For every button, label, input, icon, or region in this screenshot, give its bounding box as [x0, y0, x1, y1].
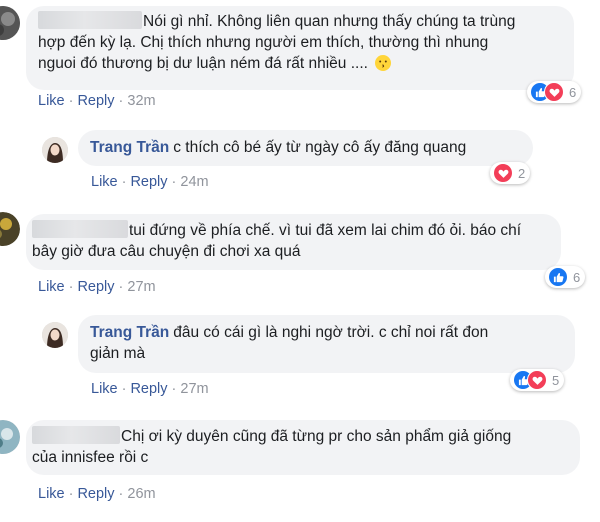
- separator: ·: [68, 93, 74, 109]
- comment-text-line: bây giờ đưa câu chuyện đi chơi xa quá: [32, 243, 301, 260]
- love-reaction-icon: [544, 82, 564, 102]
- like-link[interactable]: Like: [38, 93, 65, 109]
- author-name[interactable]: Trang Trần: [90, 324, 169, 341]
- timestamp[interactable]: 26m: [127, 486, 155, 502]
- blurred-author-name[interactable]: [32, 426, 120, 444]
- reaction-summary[interactable]: 2: [490, 162, 531, 184]
- like-link[interactable]: Like: [91, 381, 118, 397]
- timestamp[interactable]: 27m: [180, 381, 208, 397]
- timestamp[interactable]: 32m: [127, 93, 155, 109]
- comment-text-line: hợp đến kỳ lạ. Chị thích nhưng người em …: [38, 34, 489, 51]
- separator: ·: [118, 93, 124, 109]
- blurred-author-name[interactable]: [38, 11, 142, 29]
- separator: ·: [68, 486, 74, 502]
- blurred-author-name[interactable]: [32, 220, 128, 238]
- comment-text-line: tui đứng về phía chế. vì tui đã xem lai …: [32, 220, 549, 241]
- comment-text-line: Chị ơi kỳ duyên cũng đã từng pr cho sản …: [32, 426, 568, 447]
- reaction-count: 2: [518, 165, 526, 181]
- comment-text-line: nguoi đó thương bị dư luận ném đá rất nh…: [38, 53, 562, 74]
- reaction-summary[interactable]: 6: [527, 81, 582, 103]
- reaction-summary[interactable]: 6: [545, 266, 586, 288]
- comment-text: c thích cô bé ấy từ ngày cô ấy đăng quan…: [173, 139, 467, 156]
- reaction-count: 6: [569, 84, 577, 100]
- separator: ·: [68, 279, 74, 295]
- comment-actions: Like · Reply · 26m: [38, 486, 156, 502]
- comment-text-line: của innisfee rồi c: [32, 449, 149, 466]
- comment-actions: Like · Reply · 32m: [38, 93, 156, 109]
- reply-bubble: Trang Trần c thích cô bé ấy từ ngày cô ấy…: [78, 130, 533, 166]
- reply-link[interactable]: Reply: [130, 174, 167, 190]
- avatar[interactable]: [0, 6, 20, 40]
- reaction-count: 6: [573, 269, 581, 285]
- timestamp[interactable]: 27m: [127, 279, 155, 295]
- reply-link[interactable]: Reply: [130, 381, 167, 397]
- avatar[interactable]: [0, 212, 20, 246]
- avatar[interactable]: [0, 420, 20, 454]
- avatar[interactable]: [42, 322, 68, 348]
- like-link[interactable]: Like: [38, 486, 65, 502]
- separator: ·: [121, 381, 127, 397]
- comment-actions: Like · Reply · 24m: [91, 174, 209, 190]
- comment-text-line: giản mà: [90, 345, 146, 362]
- reply-link[interactable]: Reply: [77, 93, 114, 109]
- comment-text-line: Trang Trần đâu có cái gì là nghi ngờ trời…: [90, 324, 489, 341]
- love-reaction-icon: [527, 370, 547, 390]
- like-link[interactable]: Like: [91, 174, 118, 190]
- separator: ·: [171, 381, 177, 397]
- reply-link[interactable]: Reply: [77, 486, 114, 502]
- like-link[interactable]: Like: [38, 279, 65, 295]
- reply-bubble: Trang Trần đâu có cái gì là nghi ngờ trời…: [78, 315, 575, 373]
- timestamp[interactable]: 24m: [180, 174, 208, 190]
- comment-actions: Like · Reply · 27m: [91, 381, 209, 397]
- kiss-emoji-icon: [375, 55, 392, 71]
- separator: ·: [171, 174, 177, 190]
- author-name[interactable]: Trang Trần: [90, 139, 169, 156]
- separator: ·: [118, 486, 124, 502]
- like-reaction-icon: [548, 267, 568, 287]
- reaction-summary[interactable]: 5: [510, 369, 565, 391]
- comment-actions: Like · Reply · 27m: [38, 279, 156, 295]
- separator: ·: [121, 174, 127, 190]
- comment-bubble: Chị ơi kỳ duyên cũng đã từng pr cho sản …: [26, 420, 580, 475]
- comment-bubble: Nói gì nhỉ. Không liên quan nhưng thấy c…: [26, 6, 574, 90]
- comment-text-line: Nói gì nhỉ. Không liên quan nhưng thấy c…: [38, 11, 562, 32]
- reply-link[interactable]: Reply: [77, 279, 114, 295]
- love-reaction-icon: [493, 163, 513, 183]
- separator: ·: [118, 279, 124, 295]
- comment-bubble: tui đứng về phía chế. vì tui đã xem lai …: [26, 214, 561, 270]
- reaction-count: 5: [552, 372, 560, 388]
- avatar[interactable]: [42, 137, 68, 163]
